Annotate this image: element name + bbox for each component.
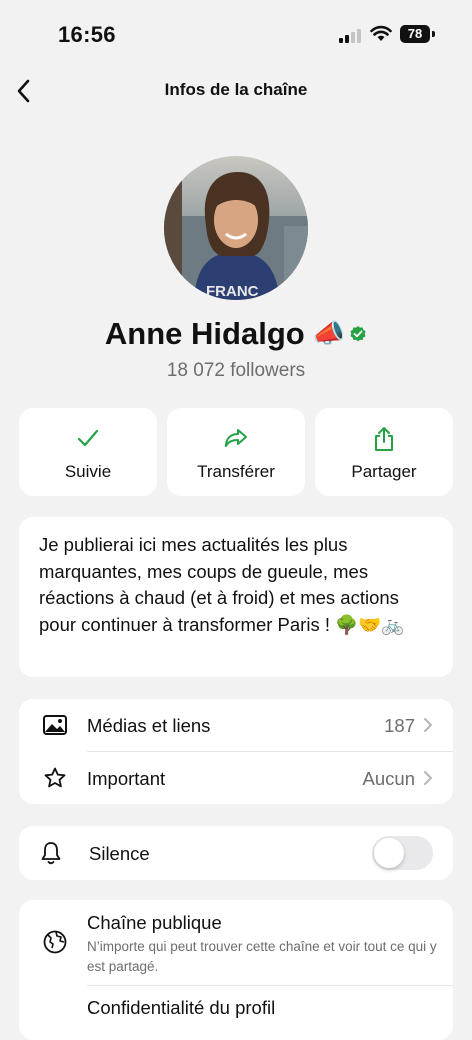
media-links-row[interactable]: Médias et liens 187: [19, 699, 453, 751]
important-row[interactable]: Important Aucun: [19, 752, 453, 804]
silence-label: Silence: [89, 843, 150, 864]
channel-description: Je publierai ici mes actualités les plus…: [19, 517, 453, 677]
avatar[interactable]: FRANC: [164, 156, 308, 300]
battery-icon: 78: [400, 25, 430, 43]
media-links-label: Médias et liens: [87, 715, 211, 736]
status-bar: 16:56 78: [0, 0, 472, 64]
page-title: Infos de la chaîne: [164, 80, 308, 99]
svg-text:FRANC: FRANC: [206, 283, 259, 300]
important-label: Important: [87, 768, 166, 789]
status-time: 16:56: [58, 22, 116, 47]
image-icon: [43, 715, 67, 735]
forward-arrow-icon: [225, 429, 247, 447]
forward-button[interactable]: Transférer: [167, 408, 305, 496]
nav-bar: Infos de la chaîne: [0, 68, 472, 114]
checkmark-icon: [77, 429, 99, 447]
verified-badge-icon: [350, 325, 366, 342]
forward-label: Transférer: [197, 462, 275, 481]
media-section: Médias et liens 187 Important Aucun: [19, 699, 453, 804]
share-button[interactable]: Partager: [315, 408, 453, 496]
media-links-count: 187: [384, 715, 415, 736]
share-label: Partager: [351, 462, 417, 481]
profile-privacy-label: Confidentialité du profil: [87, 997, 276, 1018]
public-channel-description: N’importe qui peut trouver cette chaîne …: [87, 939, 437, 974]
profile-privacy-row[interactable]: Confidentialité du profil: [19, 986, 453, 1040]
privacy-section: Chaîne publique N’importe qui peut trouv…: [19, 900, 453, 1040]
channel-name: Anne Hidalgo 📣: [0, 314, 472, 352]
following-label: Suivie: [64, 462, 112, 481]
followers-count: 18 072 followers: [166, 360, 306, 381]
silence-row: Silence: [19, 826, 453, 880]
wifi-icon: [370, 25, 392, 41]
signal-icon: [339, 27, 363, 43]
description-text: Je publierai ici mes actualités les plus…: [39, 534, 405, 635]
battery-tip: [432, 31, 435, 37]
megaphone-emoji: 📣: [312, 318, 346, 349]
toggle-knob: [374, 838, 404, 868]
share-icon: [375, 427, 393, 451]
silence-section: Silence: [19, 826, 453, 880]
important-value: Aucun: [362, 768, 415, 789]
silence-toggle[interactable]: [372, 836, 433, 870]
chevron-right-icon: [424, 771, 432, 785]
star-icon: [44, 767, 66, 788]
following-button[interactable]: Suivie: [19, 408, 157, 496]
channel-name-text: Anne Hidalgo: [104, 315, 305, 351]
profile-photo: FRANC: [164, 156, 308, 300]
public-channel-row[interactable]: Chaîne publique N’importe qui peut trouv…: [19, 900, 453, 984]
public-channel-label: Chaîne publique: [87, 912, 222, 933]
chevron-right-icon: [424, 718, 432, 732]
globe-icon: [43, 930, 67, 954]
bell-icon: [41, 842, 61, 865]
